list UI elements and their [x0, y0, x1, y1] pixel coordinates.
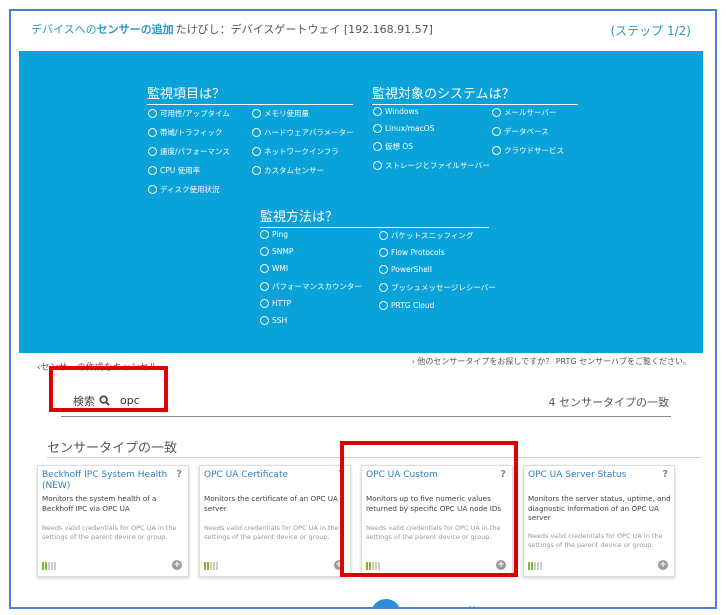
performance-impact-icon	[42, 562, 56, 570]
filter-availability[interactable]: 可用性/アップタイム	[148, 108, 230, 119]
dialog-header: デバイスへの センサーの追加 たけびし：デバイスゲートウェイ [192.168.…	[11, 11, 715, 47]
radio-icon	[260, 264, 269, 273]
header-title: センサーの追加	[96, 23, 174, 36]
filter-flow[interactable]: Flow Protocols	[379, 248, 445, 257]
radio-icon	[379, 248, 388, 257]
filter-storage[interactable]: ストレージとファイルサーバー	[373, 160, 490, 171]
radio-icon	[379, 231, 388, 240]
radio-icon	[260, 316, 269, 325]
filter-snmp[interactable]: SNMP	[260, 247, 293, 256]
card-requirement: Needs valid credentials for OPC UA in th…	[528, 532, 663, 549]
radio-icon	[260, 282, 269, 291]
radio-icon	[492, 127, 501, 136]
radio-icon	[492, 146, 501, 155]
radio-icon	[148, 185, 157, 194]
radio-icon	[373, 142, 382, 151]
filter-speed[interactable]: 速度/パフォーマンス	[148, 146, 230, 157]
radio-icon	[492, 108, 501, 117]
filter-prtg-cloud[interactable]: PRTG Cloud	[379, 301, 434, 310]
filter-memory[interactable]: メモリ使用量	[252, 108, 309, 119]
filter-custom[interactable]: カスタムセンサー	[252, 165, 324, 176]
filter-perf-counter[interactable]: パフォーマンスカウンター	[260, 281, 362, 292]
radio-icon	[148, 147, 157, 156]
performance-impact-icon	[528, 562, 542, 570]
filter-virtual-os[interactable]: 仮想 OS	[373, 141, 413, 152]
help-icon[interactable]: ?	[176, 469, 182, 480]
filter-powershell[interactable]: PowerShell	[379, 265, 432, 274]
card-description: Monitors the certificate of an OPC UA se…	[204, 494, 338, 513]
filter-cpu[interactable]: CPU 使用率	[148, 165, 200, 176]
filter-database[interactable]: データベース	[492, 126, 549, 137]
filter-disk[interactable]: ディスク使用状況	[148, 184, 219, 195]
filter-bandwidth[interactable]: 帯域/トラフィック	[148, 127, 222, 138]
card-description: Monitors the system health of a Beckhoff…	[42, 494, 157, 513]
radio-icon	[379, 283, 388, 292]
radio-icon	[260, 230, 269, 239]
card-description: Monitors the server status, uptime, and …	[528, 494, 671, 522]
card-highlight-box	[340, 441, 518, 577]
filter-packet-sniffing[interactable]: パケットスニッフィング	[379, 230, 473, 241]
radio-icon	[148, 128, 157, 137]
card-title: OPC UA Server Status	[528, 470, 627, 480]
radio-icon	[260, 299, 269, 308]
filter-mail-server[interactable]: メールサーバー	[492, 107, 556, 118]
filter-network-infra[interactable]: ネットワークインフラ	[252, 146, 339, 157]
card-requirement: Needs valid credentials for OPC UA in th…	[42, 524, 177, 541]
radio-icon	[373, 107, 382, 116]
help-icon[interactable]: ?	[662, 469, 668, 480]
more-button[interactable]	[371, 599, 401, 607]
search-highlight-box	[49, 366, 168, 412]
radio-icon	[379, 301, 388, 310]
filter-http[interactable]: HTTP	[260, 299, 291, 308]
filter-panel: 監視項目は？ 監視対象のシステムは？ 監視方法は？ 可用性/アップタイム 帯域/…	[19, 51, 703, 353]
method-section-title: 監視方法は？	[260, 206, 489, 228]
step-indicator: (ステップ 1/2)	[610, 24, 692, 38]
radio-icon	[379, 265, 388, 274]
radio-icon	[252, 109, 261, 118]
radio-icon	[252, 128, 261, 137]
radio-icon	[260, 247, 269, 256]
add-sensor-icon[interactable]: +	[658, 560, 668, 570]
more-label[interactable]: 他の	[467, 603, 489, 607]
radio-icon	[252, 166, 261, 175]
filter-ssh[interactable]: SSH	[260, 316, 287, 325]
match-count: 4 センサータイプの一致	[548, 396, 670, 409]
header-prefix: デバイスへの	[31, 23, 97, 36]
radio-icon	[148, 109, 157, 118]
filter-ping[interactable]: Ping	[260, 230, 288, 239]
filter-windows[interactable]: Windows	[373, 107, 418, 116]
filter-linux[interactable]: Linux/macOS	[373, 124, 434, 133]
radio-icon	[148, 166, 157, 175]
card-requirement: Needs valid credentials for OPC UA in th…	[204, 524, 339, 541]
card-title: OPC UA Certificate	[204, 470, 289, 480]
add-sensor-icon[interactable]: +	[172, 560, 182, 570]
radio-icon	[373, 161, 382, 170]
filter-wmi[interactable]: WMI	[260, 264, 288, 273]
sensor-card-opc-ua-server-status[interactable]: OPC UA Server Status ? Monitors the serv…	[523, 465, 675, 577]
performance-impact-icon	[204, 562, 218, 570]
filter-push-receiver[interactable]: プッシュメッセージレシーバー	[379, 282, 496, 293]
header-device: たけびし：デバイスゲートウェイ [192.168.91.57]	[175, 23, 433, 36]
system-section-title: 監視対象のシステムは？	[372, 83, 578, 105]
sensor-hub-link[interactable]: › 他のセンサータイプをお探しですか？ PRTG センサーハブをご覧ください。	[412, 356, 691, 367]
what-section-title: 監視項目は？	[147, 83, 353, 105]
filter-cloud[interactable]: クラウドサービス	[492, 145, 564, 156]
sensor-card-opc-ua-certificate[interactable]: OPC UA Certificate ? Monitors the certif…	[199, 465, 351, 577]
filter-hardware[interactable]: ハードウェアパラメーター	[252, 127, 354, 138]
sensor-card-beckhoff[interactable]: Beckhoff IPC System Health (NEW) ? Monit…	[37, 465, 189, 577]
card-title: Beckhoff IPC System Health (NEW)	[42, 470, 168, 491]
radio-icon	[373, 124, 382, 133]
radio-icon	[252, 147, 261, 156]
matches-title: センサータイプの一致	[47, 441, 178, 456]
